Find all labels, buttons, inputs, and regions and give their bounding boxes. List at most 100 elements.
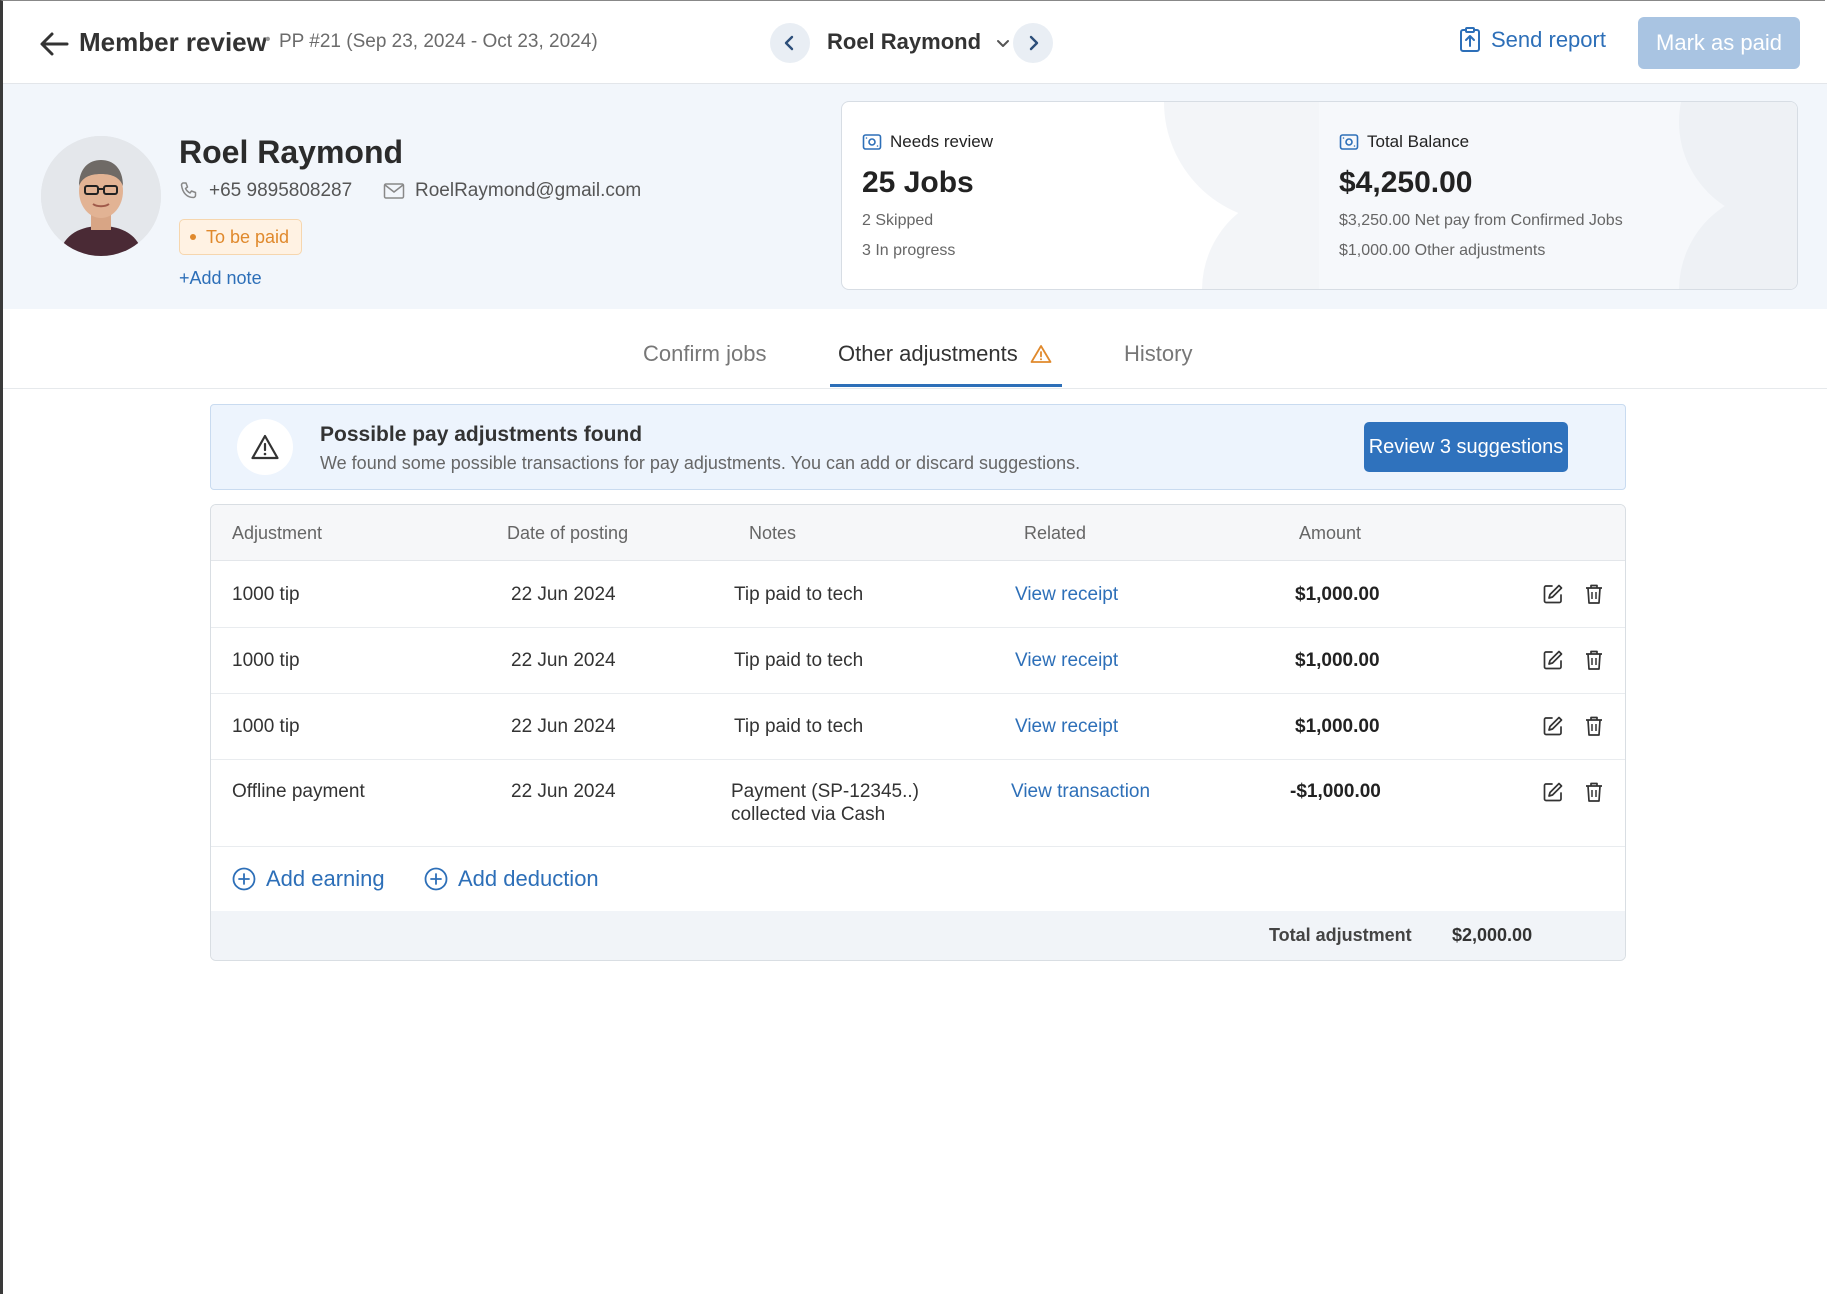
- column-header-date: Date of posting: [507, 523, 629, 543]
- alert-icon-circle: [237, 419, 293, 475]
- back-arrow-icon[interactable]: [37, 27, 71, 61]
- member-selector[interactable]: Roel Raymond: [827, 29, 1011, 55]
- table-row: 1000 tip 22 Jun 2024 Tip paid to tech Vi…: [211, 693, 1625, 760]
- column-header-amount: Amount: [1299, 523, 1362, 543]
- mail-icon: [383, 183, 405, 199]
- trash-icon[interactable]: [1581, 647, 1607, 673]
- title-separator: •: [265, 31, 271, 48]
- plus-circle-icon: [424, 867, 448, 891]
- clipboard-upload-icon: [1460, 27, 1480, 52]
- member-selector-label: Roel Raymond: [827, 29, 982, 54]
- cell-amount: -$1,000.00: [1290, 781, 1381, 802]
- cell-notes: Tip paid to tech: [734, 716, 864, 737]
- chevron-down-icon: [997, 40, 1010, 48]
- view-transaction-link[interactable]: View transaction: [1011, 780, 1150, 803]
- total-adjustment-label: Total adjustment: [1269, 925, 1412, 945]
- add-note-link[interactable]: +Add note: [179, 268, 262, 289]
- needs-review-value: 25 Jobs: [862, 166, 974, 199]
- add-earning-label: Add earning: [266, 866, 385, 891]
- alert-heading: Possible pay adjustments found: [320, 423, 643, 446]
- chevron-right-icon: [1029, 35, 1039, 51]
- add-earning-button[interactable]: Add earning: [232, 866, 385, 892]
- email-contact: RoelRaymond@gmail.com: [383, 180, 641, 202]
- money-icon: [862, 134, 882, 150]
- cell-notes: Payment (SP-12345..): [731, 781, 919, 802]
- status-badge: To be paid: [179, 219, 303, 255]
- status-dot: [190, 234, 196, 240]
- view-receipt-link[interactable]: View receipt: [1015, 649, 1118, 672]
- active-tab-indicator: [830, 384, 1062, 387]
- status-badge-label: To be paid: [206, 226, 290, 247]
- cell-date: 22 Jun 2024: [511, 781, 616, 802]
- table-row: Offline payment 22 Jun 2024 Payment (SP-…: [211, 759, 1625, 847]
- skipped-count: 2 Skipped: [862, 212, 934, 229]
- cell-notes: Tip paid to tech: [734, 584, 864, 605]
- edit-icon[interactable]: [1540, 779, 1566, 805]
- send-report-label: Send report: [1491, 27, 1606, 52]
- top-bar: Member review • PP #21 (Sep 23, 2024 - O…: [3, 1, 1827, 84]
- total-adjustment-value: $2,000.00: [1452, 925, 1533, 945]
- add-deduction-button[interactable]: Add deduction: [424, 866, 599, 892]
- needs-review-label: Needs review: [890, 132, 993, 151]
- member-name: Roel Raymond: [179, 134, 404, 170]
- edit-icon[interactable]: [1540, 713, 1566, 739]
- next-member-button[interactable]: [1013, 23, 1053, 63]
- trash-icon[interactable]: [1581, 713, 1607, 739]
- column-header-adjustment: Adjustment: [232, 523, 323, 543]
- total-balance-label: Total Balance: [1367, 132, 1470, 151]
- edit-icon[interactable]: [1540, 581, 1566, 607]
- tab-history[interactable]: History: [1124, 341, 1192, 367]
- view-receipt-link[interactable]: View receipt: [1015, 583, 1118, 606]
- tab-other-adjustments[interactable]: Other adjustments: [838, 341, 1052, 367]
- column-header-notes: Notes: [749, 523, 797, 543]
- total-balance-label-row: Total Balance: [1339, 132, 1469, 152]
- phone-number: +65 9895808287: [209, 180, 353, 201]
- cell-adjustment: 1000 tip: [232, 584, 300, 605]
- cell-adjustment: 1000 tip: [232, 650, 300, 671]
- cell-date: 22 Jun 2024: [511, 650, 616, 671]
- mark-as-paid-button[interactable]: Mark as paid: [1638, 17, 1800, 69]
- send-report-button[interactable]: Send report: [1459, 27, 1606, 53]
- total-adjustment-row: Total adjustment $2,000.00: [211, 911, 1625, 960]
- warning-icon: [251, 434, 279, 460]
- cell-date: 22 Jun 2024: [511, 584, 616, 605]
- review-suggestions-button[interactable]: Review 3 suggestions: [1364, 422, 1568, 472]
- edit-icon[interactable]: [1540, 647, 1566, 673]
- total-balance-card: Total Balance $4,250.00 $3,250.00 Net pa…: [1319, 102, 1797, 289]
- other-adjustments-line: $1,000.00 Other adjustments: [1339, 242, 1546, 259]
- cell-notes-line2: collected via Cash: [731, 804, 886, 825]
- money-icon: [1339, 134, 1359, 150]
- add-deduction-label: Add deduction: [458, 866, 599, 891]
- net-pay-line: $3,250.00 Net pay from Confirmed Jobs: [1339, 212, 1623, 229]
- warning-icon: [1030, 345, 1052, 363]
- cell-amount: $1,000.00: [1295, 584, 1380, 605]
- tab-other-adjustments-label: Other adjustments: [838, 341, 1018, 366]
- cell-notes: Tip paid to tech: [734, 650, 864, 671]
- in-progress-count: 3 In progress: [862, 242, 956, 259]
- pay-adjustment-alert: Possible pay adjustments found We found …: [210, 404, 1626, 490]
- table-row: 1000 tip 22 Jun 2024 Tip paid to tech Vi…: [211, 561, 1625, 628]
- total-balance-value: $4,250.00: [1339, 166, 1473, 199]
- cell-amount: $1,000.00: [1295, 716, 1380, 737]
- table-header: Adjustment Date of posting Notes Related…: [211, 505, 1625, 561]
- alert-body: We found some possible transactions for …: [320, 453, 1081, 473]
- column-header-related: Related: [1024, 523, 1087, 543]
- card-decoration: [1679, 190, 1797, 289]
- pay-period-label: PP #21 (Sep 23, 2024 - Oct 23, 2024): [279, 31, 598, 52]
- chevron-left-icon: [784, 35, 794, 51]
- table-row: 1000 tip 22 Jun 2024 Tip paid to tech Vi…: [211, 627, 1625, 694]
- trash-icon[interactable]: [1581, 581, 1607, 607]
- summary-cards: Needs review 25 Jobs 2 Skipped 3 In prog…: [841, 101, 1798, 290]
- page-title: Member review: [79, 27, 267, 57]
- phone-icon: [180, 182, 197, 199]
- view-receipt-link[interactable]: View receipt: [1015, 715, 1118, 738]
- tab-bar: Confirm jobs Other adjustments History: [3, 309, 1827, 389]
- cell-adjustment: 1000 tip: [232, 716, 300, 737]
- needs-review-card: Needs review 25 Jobs 2 Skipped 3 In prog…: [842, 102, 1404, 289]
- trash-icon[interactable]: [1581, 779, 1607, 805]
- tab-confirm-jobs[interactable]: Confirm jobs: [643, 341, 766, 367]
- cell-date: 22 Jun 2024: [511, 716, 616, 737]
- add-actions-row: Add earning Add deduction: [211, 846, 1625, 916]
- previous-member-button[interactable]: [770, 23, 810, 63]
- cell-amount: $1,000.00: [1295, 650, 1380, 671]
